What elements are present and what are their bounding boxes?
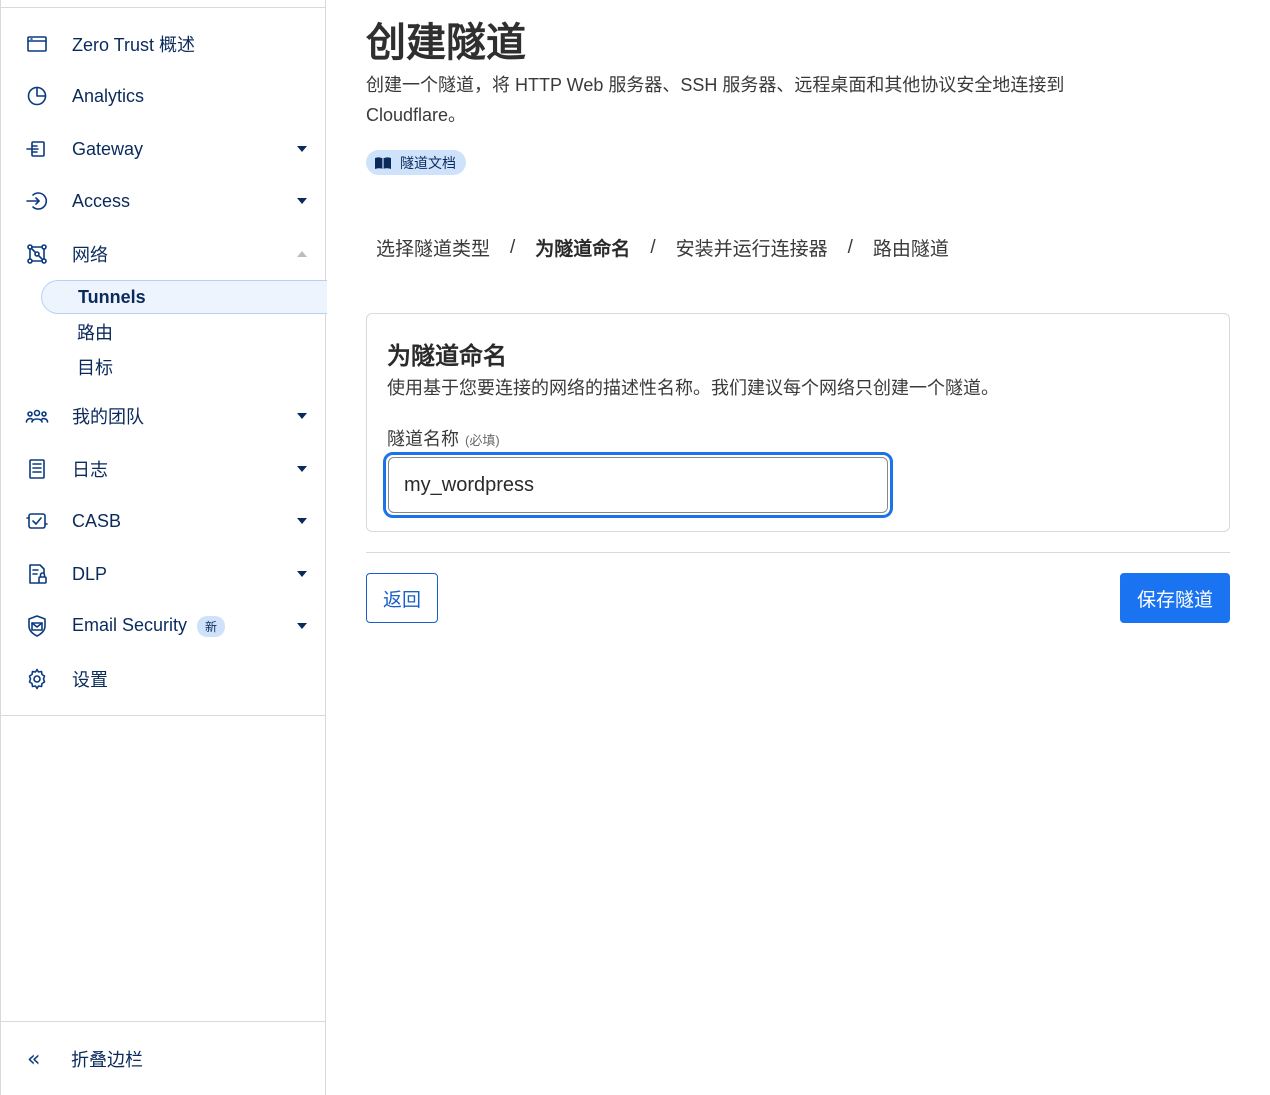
double-chevron-left-icon: «	[27, 1046, 41, 1072]
sidebar-item-analytics[interactable]: Analytics	[1, 70, 326, 122]
sidebar-item-zero-trust-overview[interactable]: Zero Trust 概述	[1, 18, 326, 70]
card-description: 使用基于您要连接的网络的描述性名称。我们建议每个网络只创建一个隧道。	[387, 378, 999, 398]
sidebar-item-gateway[interactable]: Gateway	[1, 123, 326, 175]
step-separator: /	[847, 236, 853, 258]
sidebar-item-label: CASB	[72, 510, 122, 531]
sidebar: Zero Trust 概述 Analytics Gateway Access 网…	[0, 0, 327, 1095]
sidebar-item-my-team[interactable]: 我的团队	[1, 390, 326, 442]
step-breadcrumb: 选择隧道类型 / 为隧道命名 / 安装并运行连接器 / 路由隧道	[376, 234, 949, 261]
sidebar-divider	[1, 715, 326, 716]
chevron-down-icon[interactable]	[297, 146, 307, 152]
gear-icon	[25, 667, 49, 691]
sidebar-item-label: 设置	[72, 670, 108, 690]
sidebar-item-label: Access	[72, 190, 131, 211]
chevron-down-icon[interactable]	[297, 413, 307, 419]
tunnel-name-label: 隧道名称 (必填)	[387, 425, 500, 451]
sidebar-item-network[interactable]: 网络	[1, 228, 326, 280]
tunnel-name-label-text: 隧道名称	[387, 429, 459, 449]
step-separator: /	[650, 236, 656, 258]
pie-chart-icon	[25, 84, 49, 108]
sidebar-item-label: 网络	[72, 245, 108, 265]
book-icon	[375, 156, 391, 169]
step-select-type: 选择隧道类型	[376, 239, 491, 260]
chevron-down-icon[interactable]	[297, 518, 307, 524]
email-security-text: Email Security	[72, 615, 188, 636]
sidebar-item-casb[interactable]: CASB	[1, 495, 326, 547]
page-title: 创建隧道	[366, 21, 526, 65]
sidebar-divider	[1, 1021, 326, 1022]
tunnel-name-focus-ring	[383, 452, 893, 518]
step-name-tunnel: 为隧道命名	[535, 239, 631, 260]
sidebar-item-dlp[interactable]: DLP	[1, 548, 326, 600]
sidebar-item-logs[interactable]: 日志	[1, 443, 326, 495]
collapse-sidebar-label: 折叠边栏	[71, 1050, 143, 1070]
browser-window-icon	[25, 32, 49, 56]
chevron-down-icon[interactable]	[297, 623, 307, 629]
sidebar-item-label: 我的团队	[72, 407, 144, 427]
access-icon	[25, 189, 49, 213]
page-description: 创建一个隧道，将 HTTP Web 服务器、SSH 服务器、远程桌面和其他协议安…	[366, 75, 1065, 125]
chevron-up-icon[interactable]	[297, 251, 307, 257]
gateway-icon	[25, 137, 49, 161]
new-badge: 新	[197, 615, 226, 637]
chevron-down-icon[interactable]	[297, 198, 307, 204]
sidebar-subitem-label: Tunnels	[78, 286, 146, 307]
team-icon	[25, 404, 49, 428]
casb-icon	[25, 509, 49, 533]
tunnel-docs-label: 隧道文档	[400, 154, 456, 171]
tunnel-name-input[interactable]	[388, 457, 888, 513]
sidebar-subitem-routes[interactable]: 路由	[41, 315, 327, 349]
step-route-tunnel: 路由隧道	[872, 239, 949, 260]
dlp-icon	[25, 562, 49, 586]
back-button[interactable]: 返回	[366, 573, 438, 623]
footer-divider	[366, 552, 1230, 553]
step-install-connector: 安装并运行连接器	[675, 239, 828, 260]
sidebar-item-label: Zero Trust 概述	[72, 35, 196, 55]
collapse-sidebar-button[interactable]: « 折叠边栏	[1, 1035, 326, 1083]
sidebar-subitem-label: 目标	[77, 358, 113, 378]
sidebar-item-label: Gateway	[72, 138, 144, 159]
sidebar-item-label: DLP	[72, 563, 108, 584]
sidebar-item-label: Email Security 新	[72, 615, 226, 637]
network-icon	[25, 242, 49, 266]
sidebar-item-label: 日志	[72, 460, 108, 480]
sidebar-subitem-label: 路由	[77, 323, 113, 343]
sidebar-subitem-tunnels[interactable]: Tunnels	[41, 280, 327, 314]
sidebar-item-email-security[interactable]: Email Security 新	[1, 600, 326, 652]
chevron-down-icon[interactable]	[297, 571, 307, 577]
email-security-icon	[25, 614, 49, 638]
required-hint: (必填)	[465, 433, 500, 448]
step-separator: /	[510, 236, 516, 258]
sidebar-item-access[interactable]: Access	[1, 175, 326, 227]
chevron-down-icon[interactable]	[297, 466, 307, 472]
sidebar-item-settings[interactable]: 设置	[1, 653, 326, 705]
name-tunnel-card: 为隧道命名 使用基于您要连接的网络的描述性名称。我们建议每个网络只创建一个隧道。…	[366, 313, 1230, 532]
tunnel-docs-link[interactable]: 隧道文档	[366, 150, 466, 175]
save-tunnel-button[interactable]: 保存隧道	[1120, 573, 1230, 623]
card-title: 为隧道命名	[387, 343, 507, 370]
sidebar-top-divider	[1, 7, 326, 8]
sidebar-item-label: Analytics	[72, 85, 145, 106]
sidebar-subitem-targets[interactable]: 目标	[41, 350, 327, 384]
logs-icon	[25, 457, 49, 481]
